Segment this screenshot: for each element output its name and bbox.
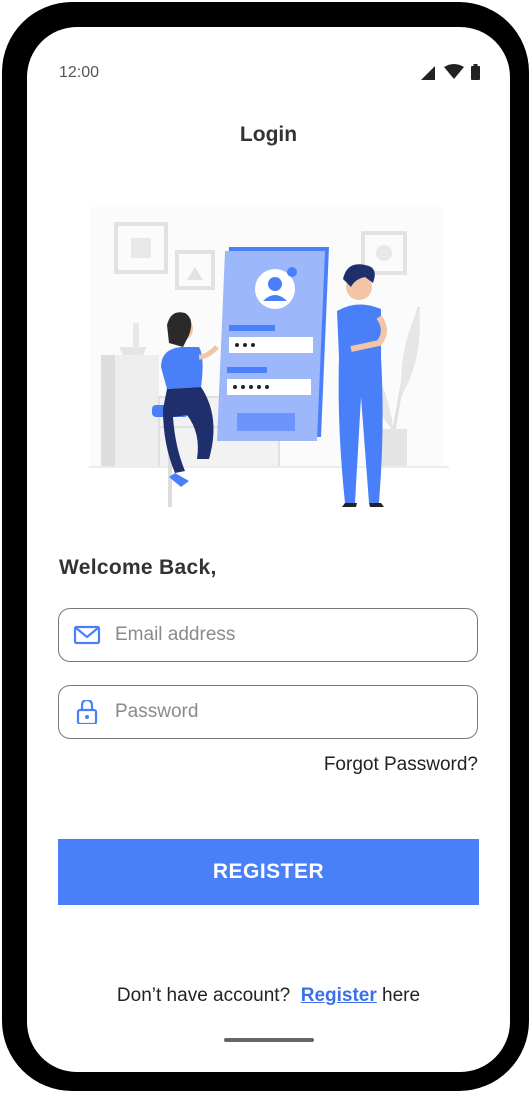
email-field[interactable]: [58, 608, 478, 662]
register-button[interactable]: REGISTER: [58, 839, 479, 905]
mail-icon: [73, 625, 101, 645]
cell-signal-icon: [421, 66, 435, 80]
screen: 12:00 Login Welcome Back, Email address …: [27, 27, 510, 1072]
phone-frame: 12:00 Login Welcome Back, Email address …: [2, 2, 529, 1091]
register-link[interactable]: Register: [301, 985, 377, 1006]
welcome-heading: Welcome Back,: [59, 556, 217, 579]
page-title: Login: [239, 123, 298, 146]
email-input[interactable]: [115, 609, 455, 661]
register-prompt-text: Don’t have account?: [116, 985, 291, 1006]
password-input[interactable]: [115, 686, 455, 738]
password-field[interactable]: [58, 685, 478, 739]
register-suffix-text: here: [382, 985, 421, 1006]
status-time: 12:00: [59, 64, 100, 81]
login-illustration: [89, 207, 449, 507]
status-icons: [421, 64, 480, 80]
register-prompt: Don’t have account? Register here: [27, 985, 510, 1007]
wifi-icon: [444, 64, 464, 79]
home-indicator[interactable]: [224, 1038, 314, 1042]
lock-icon: [76, 700, 98, 724]
forgot-password-link[interactable]: Forgot Password?: [324, 754, 478, 776]
battery-icon: [471, 66, 480, 80]
